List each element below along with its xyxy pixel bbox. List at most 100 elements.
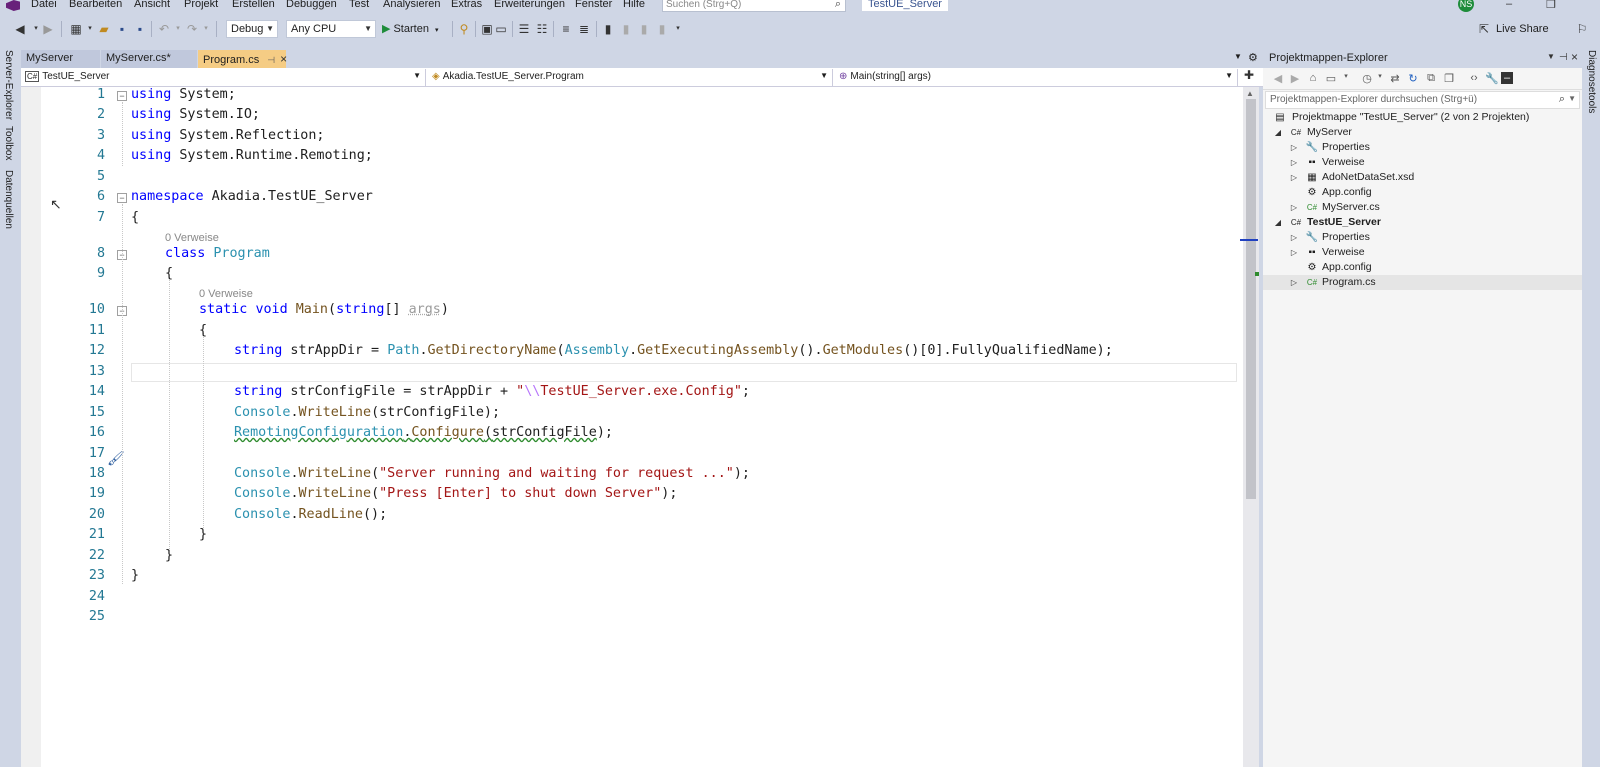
toolbar-overflow-icon[interactable]: ▾ [670,22,686,36]
save-all-icon[interactable]: ▪ [132,22,148,36]
home-icon[interactable]: ⌂ [1306,72,1320,84]
switch-views-icon[interactable]: ▭ [1324,72,1338,85]
menu-erweiterungen[interactable]: Erweiterungen [494,0,565,10]
tab-myserver-cs[interactable]: MyServer.cs* [101,50,197,68]
type-dropdown[interactable]: ◈ Akadia.TestUE_Server.Program ▼ [428,69,833,86]
indent-icon[interactable]: ≡ [558,22,574,36]
tab-diagnosetools[interactable]: Diagnosetools [1586,50,1597,113]
find-in-files-icon[interactable]: ⚲ [456,22,472,36]
collapse-using-icon[interactable]: − [117,91,127,101]
outdent-icon[interactable]: ≣ [576,22,592,36]
tree-item-verweise[interactable]: ▷ ▪▪ Verweise [1263,155,1582,170]
menu-extras[interactable]: Extras [451,0,482,10]
tree-item-verweise[interactable]: ▷ ▪▪ Verweise [1263,245,1582,260]
forward-icon[interactable]: ▶ [1288,72,1302,85]
collapse-all-icon[interactable]: ⧉ [1424,72,1438,85]
sync-icon[interactable]: ⇄ [1388,72,1402,85]
split-editor-icon[interactable]: ✚ [1244,68,1254,82]
start-dropdown-icon[interactable]: ▾ [435,27,439,34]
tab-program-cs[interactable]: Program.cs ⊣ × [198,50,287,68]
project-dropdown[interactable]: C# TestUE_Server ▼ [21,69,426,86]
close-icon[interactable]: × [1571,50,1578,64]
menu-ansicht[interactable]: Ansicht [134,0,170,10]
clear-bookmarks-icon[interactable]: ▮ [654,22,670,36]
expand-triangle-icon[interactable]: ▷ [1289,230,1299,245]
tree-item-adonetdataset[interactable]: ▷ ▦ AdoNetDataSet.xsd [1263,170,1582,185]
layout-icon[interactable]: ▭ [493,22,509,36]
next-bookmark-icon[interactable]: ▮ [636,22,652,36]
user-avatar[interactable]: NS [1458,0,1474,12]
expand-triangle-icon[interactable]: ▷ [1289,275,1299,290]
back-icon[interactable]: ◀ [1271,72,1285,85]
menu-erstellen[interactable]: Erstellen [232,0,275,10]
switch-views-dropdown-icon[interactable]: ▾ [1339,72,1353,80]
scrollbar-thumb[interactable] [1246,99,1256,499]
codelens-program-references[interactable]: 0 Verweise [165,231,219,245]
restore-icon[interactable]: ❐ [1546,0,1556,11]
pin-icon[interactable]: ⊣ [267,55,275,65]
show-all-files-icon[interactable]: ❐ [1442,72,1456,85]
menu-bearbeiten[interactable]: Bearbeiten [69,0,122,10]
menu-test[interactable]: Test [349,0,369,10]
expand-triangle-icon[interactable]: ▷ [1289,200,1299,215]
config-dropdown[interactable]: Debug ▼ [226,20,278,38]
search-options-dropdown-icon[interactable]: ▼ [1568,94,1576,103]
search-input[interactable]: Suchen (Strg+Q) ⌕ [662,0,846,12]
feedback-icon[interactable]: ⚐ [1574,22,1590,36]
expand-triangle-icon[interactable]: ▷ [1289,170,1299,185]
menu-fenster[interactable]: Fenster [575,0,612,10]
tree-solution[interactable]: ▤ Projektmappe "TestUE_Server" (2 von 2 … [1263,110,1582,125]
minimize-icon[interactable]: – [1506,0,1512,10]
tree-project-myserver[interactable]: ◢ C# MyServer [1263,125,1582,140]
open-folder-icon[interactable]: ▰ [96,22,112,36]
platform-dropdown[interactable]: Any CPU ▼ [286,20,376,38]
expand-triangle-icon[interactable]: ▷ [1289,155,1299,170]
redo-dropdown-icon[interactable]: ▾ [198,22,214,36]
comment-icon[interactable]: ☰ [516,22,532,36]
menu-analysieren[interactable]: Analysieren [383,0,440,10]
expand-triangle-icon[interactable]: ▷ [1289,140,1299,155]
tree-item-program-cs[interactable]: ▷ C# Program.cs [1263,275,1582,290]
menu-projekt[interactable]: Projekt [184,0,218,10]
menu-debuggen[interactable]: Debuggen [286,0,337,10]
tab-myserver[interactable]: MyServer [21,50,100,68]
member-dropdown[interactable]: ⊕ Main(string[] args) ▼ [835,69,1238,86]
pin-icon[interactable]: ⊣ [1559,52,1568,63]
save-icon[interactable]: ▪ [114,22,130,36]
filter-dropdown-icon[interactable]: ▾ [1373,72,1387,80]
collapse-triangle-icon[interactable]: ◢ [1273,215,1283,230]
live-share-button[interactable]: Live Share [1496,23,1549,35]
collapse-triangle-icon[interactable]: ◢ [1273,125,1283,140]
tree-item-app-config[interactable]: ⚙ App.config [1263,185,1582,200]
scroll-up-icon[interactable]: ▲ [1246,89,1254,98]
code-editor[interactable]: ↖ 🖌 1 2 3 4 5 6 7 8 9 10 11 12 13 14 15 … [21,87,1245,767]
tree-item-myserver-cs[interactable]: ▷ C# MyServer.cs [1263,200,1582,215]
preview-icon[interactable]: – [1501,72,1513,84]
live-share-icon[interactable]: ⇱ [1476,22,1492,36]
panel-dropdown-icon[interactable]: ▼ [1547,52,1555,61]
tree-item-properties[interactable]: ▷ 🔧 Properties [1263,140,1582,155]
pending-changes-icon[interactable]: ◷ [1360,72,1374,85]
forward-icon[interactable]: ▶ [40,22,56,36]
collapse-namespace-icon[interactable]: − [117,193,127,203]
refresh-icon[interactable]: ↻ [1406,72,1420,85]
solution-explorer-search-input[interactable]: Projektmappen-Explorer durchsuchen (Strg… [1265,91,1580,109]
settings-gear-icon[interactable]: ⚙ [1248,51,1258,64]
tab-toolbox[interactable]: Toolbox [3,126,14,160]
tab-server-explorer[interactable]: Server-Explorer [3,50,14,120]
codelens-main-references[interactable]: 0 Verweise [199,287,253,301]
tree-item-properties[interactable]: ▷ 🔧 Properties [1263,230,1582,245]
menu-hilfe[interactable]: Hilfe [623,0,645,10]
bookmark-icon[interactable]: ▮ [600,22,616,36]
properties-wrench-icon[interactable]: 🔧 [1485,72,1499,85]
view-code-icon[interactable]: ‹› [1467,72,1481,84]
start-button[interactable]: ▶ Starten ▾ [382,22,439,35]
close-icon[interactable]: × [280,52,287,66]
tree-item-app-config[interactable]: ⚙ App.config [1263,260,1582,275]
uncomment-icon[interactable]: ☷ [534,22,550,36]
expand-triangle-icon[interactable]: ▷ [1289,245,1299,260]
back-icon[interactable]: ◀ [12,22,28,36]
prev-bookmark-icon[interactable]: ▮ [618,22,634,36]
editor-vertical-scrollbar[interactable]: ▲ [1243,87,1259,767]
tree-project-testue-server[interactable]: ◢ C# TestUE_Server [1263,215,1582,230]
